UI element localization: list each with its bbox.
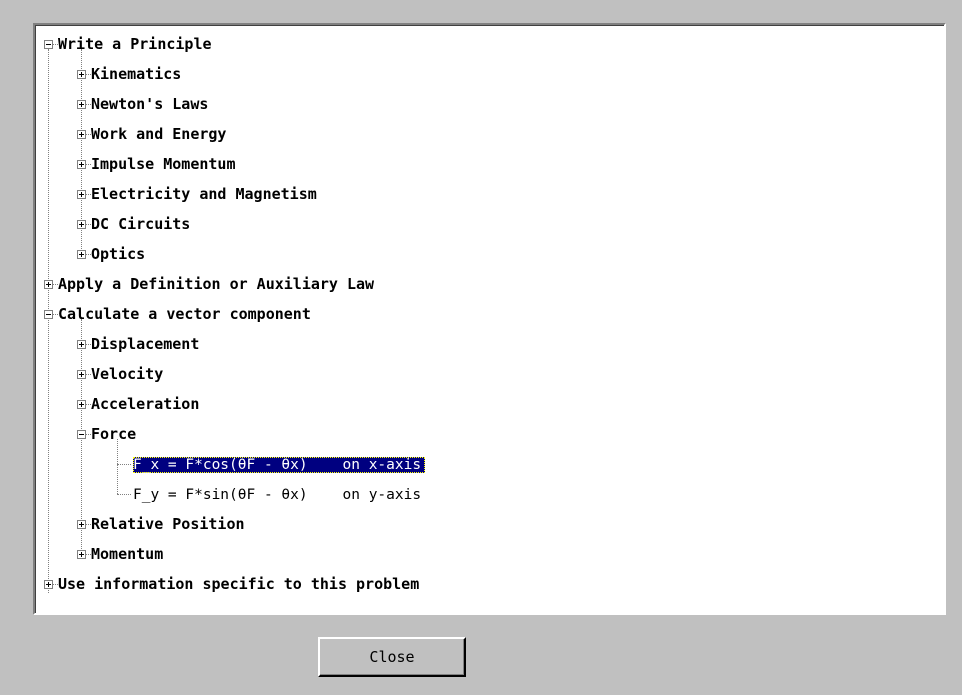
- tree-leaf-item[interactable]: F_y = F*sin(θF - θx) on y-axis: [133, 479, 421, 509]
- tree-node-item[interactable]: Momentum: [91, 539, 163, 569]
- tree-node-item[interactable]: Use information specific to this problem: [58, 569, 419, 599]
- tree-item-label: DC Circuits: [91, 215, 191, 233]
- tree-item-label: Impulse Momentum: [91, 155, 236, 173]
- tree-node-item[interactable]: Relative Position: [91, 509, 245, 539]
- expand-toggle-icon[interactable]: [77, 160, 86, 169]
- tree-item-label-selected: F_x = F*cos(θF - θx) on x-axis: [133, 457, 426, 473]
- expand-toggle-icon[interactable]: [77, 400, 86, 409]
- tree-item-label: Acceleration: [91, 395, 200, 413]
- tree-connector: [117, 464, 131, 465]
- tree-leaf-item[interactable]: F_x = F*cos(θF - θx) on x-axis: [133, 449, 426, 479]
- expand-toggle-icon[interactable]: [77, 70, 86, 79]
- tree-node-item[interactable]: Velocity: [91, 359, 163, 389]
- tree-item-label: Use information specific to this problem: [58, 575, 420, 593]
- close-button[interactable]: Close: [318, 637, 466, 677]
- tree-connector: [117, 494, 131, 495]
- tree-node-item[interactable]: Force: [91, 419, 136, 449]
- tree-node-item[interactable]: DC Circuits: [91, 209, 190, 239]
- expand-toggle-icon[interactable]: [77, 250, 86, 259]
- tree-node-item[interactable]: Newton's Laws: [91, 89, 208, 119]
- collapse-toggle-icon[interactable]: [77, 430, 86, 439]
- tree-node-item[interactable]: Impulse Momentum: [91, 149, 236, 179]
- tree-item-label: Calculate a vector component: [58, 305, 311, 323]
- tree-connector: [48, 49, 49, 593]
- expand-toggle-icon[interactable]: [77, 520, 86, 529]
- tree-item-label: F_y = F*sin(θF - θx) on y-axis: [133, 487, 422, 503]
- expand-toggle-icon[interactable]: [77, 340, 86, 349]
- tree-item-label: Displacement: [91, 335, 200, 353]
- tree-item-label: Force: [91, 425, 137, 443]
- expand-toggle-icon[interactable]: [77, 220, 86, 229]
- tree-node-item[interactable]: Optics: [91, 239, 145, 269]
- expand-toggle-icon[interactable]: [44, 580, 53, 589]
- tree-node-item[interactable]: Calculate a vector component: [58, 299, 311, 329]
- tree-item-label: Work and Energy: [91, 125, 227, 143]
- collapse-toggle-icon[interactable]: [44, 310, 53, 319]
- tree-item-label: Relative Position: [91, 515, 245, 533]
- tree-node-item[interactable]: Work and Energy: [91, 119, 226, 149]
- expand-toggle-icon[interactable]: [77, 100, 86, 109]
- tree-item-label: Write a Principle: [58, 35, 212, 53]
- expand-toggle-icon[interactable]: [77, 550, 86, 559]
- tree-node-item[interactable]: Displacement: [91, 329, 199, 359]
- tree-item-label: Velocity: [91, 365, 164, 383]
- tree-node-item[interactable]: Write a Principle: [58, 29, 212, 59]
- tree-node-item[interactable]: Acceleration: [91, 389, 199, 419]
- tree-item-label: Momentum: [91, 545, 164, 563]
- principle-tree[interactable]: Write a Principle Kinematics Newton's Laws…: [33, 23, 946, 615]
- tree-item-label: Optics: [91, 245, 146, 263]
- tree-item-label: Electricity and Magnetism: [91, 185, 317, 203]
- tree-item-label: Kinematics: [91, 65, 182, 83]
- expand-toggle-icon[interactable]: [77, 190, 86, 199]
- expand-toggle-icon[interactable]: [77, 130, 86, 139]
- tree-node-item[interactable]: Electricity and Magnetism: [91, 179, 317, 209]
- tree-node-item[interactable]: Kinematics: [91, 59, 181, 89]
- expand-toggle-icon[interactable]: [44, 280, 53, 289]
- tree-item-label: Apply a Definition or Auxiliary Law: [58, 275, 375, 293]
- tree-node-item[interactable]: Apply a Definition or Auxiliary Law: [58, 269, 374, 299]
- tree-item-label: Newton's Laws: [91, 95, 209, 113]
- expand-toggle-icon[interactable]: [77, 370, 86, 379]
- collapse-toggle-icon[interactable]: [44, 40, 53, 49]
